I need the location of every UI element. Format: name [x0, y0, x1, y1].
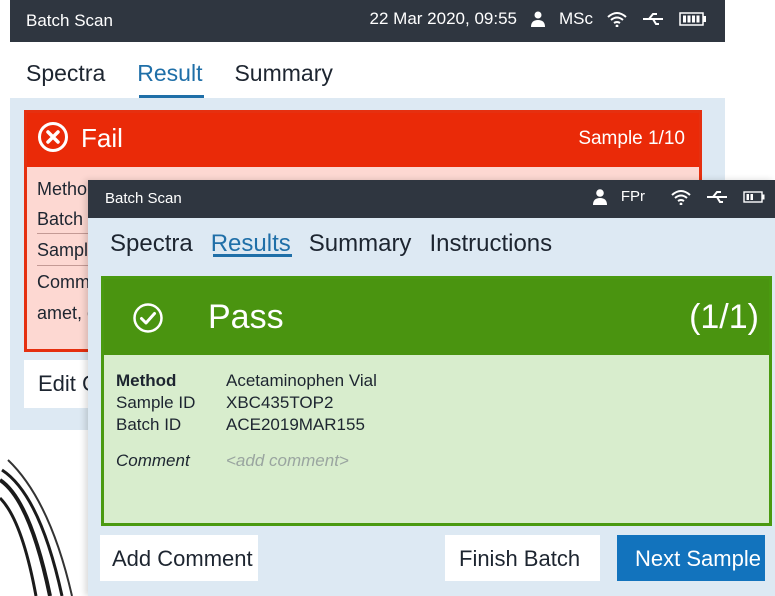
sample-id-row: Sample ID XBC435TOP2	[116, 393, 333, 413]
user-icon	[531, 11, 545, 27]
comment-label: Comment	[116, 451, 190, 470]
app-title: Batch Scan	[26, 11, 113, 30]
fail-header: Fail Sample 1/10	[27, 113, 699, 167]
battery-icon	[743, 190, 765, 203]
method-label-partial: Metho	[37, 179, 88, 199]
next-sample-button[interactable]: Next Sample	[617, 535, 765, 581]
wifi-icon	[607, 12, 627, 27]
tab-bar: Spectra Result Summary	[10, 42, 725, 98]
comment-label-partial: Comm	[37, 272, 90, 292]
tab-instructions[interactable]: Instructions	[420, 218, 561, 270]
add-comment-button[interactable]: Add Comment	[100, 535, 258, 581]
sample-id-label: Sample ID	[116, 393, 196, 412]
finish-batch-button[interactable]: Finish Batch	[445, 535, 600, 581]
tab-summary[interactable]: Summary	[218, 42, 348, 98]
batch-id-label: Batch ID	[116, 415, 182, 434]
user-icon	[592, 188, 607, 205]
tab-bar: Spectra Results Summary Instructions	[88, 218, 775, 270]
tab-spectra[interactable]: Spectra	[10, 42, 121, 98]
batch-id-row: Batch ID ACE2019MAR155	[116, 415, 365, 435]
status-bar: Batch Scan FPr	[88, 180, 775, 218]
datetime: 22 Mar 2020, 09:55	[369, 9, 517, 28]
pass-check-icon	[133, 303, 163, 333]
result-counter: (1/1)	[689, 298, 759, 336]
fail-x-icon	[38, 122, 68, 152]
add-comment-label: Add Comment	[112, 546, 253, 571]
fail-status: Fail	[81, 123, 123, 153]
pass-status: Pass	[208, 298, 284, 336]
sample-label-partial: Sampl	[37, 240, 89, 260]
tab-summary[interactable]: Summary	[300, 218, 421, 270]
wifi-icon	[671, 189, 691, 205]
pass-result-card: Pass (1/1) Method Acetaminophen Vial Sam…	[101, 276, 772, 526]
method-value: Acetaminophen Vial	[226, 371, 377, 390]
tab-results[interactable]: Results	[202, 218, 300, 270]
method-label: Method	[116, 371, 177, 390]
usb-icon	[707, 190, 727, 203]
pass-header: Pass (1/1)	[104, 279, 769, 355]
front-device-screen: Batch Scan FPr Spectra Results Summary I…	[88, 180, 775, 596]
batch-id-label-partial: Batch I	[37, 209, 94, 229]
finish-batch-label: Finish Batch	[459, 546, 581, 571]
user-initials: FPr	[620, 188, 645, 205]
sample-counter: Sample 1/10	[578, 128, 685, 149]
comment-row: Comment <add comment>	[116, 451, 349, 471]
next-sample-label: Next Sample	[635, 546, 761, 571]
tab-spectra[interactable]: Spectra	[88, 218, 202, 270]
user-initials: MSc	[559, 9, 593, 28]
usb-icon	[643, 13, 663, 25]
method-row: Method Acetaminophen Vial	[116, 371, 377, 391]
app-title: Batch Scan	[105, 190, 182, 207]
batch-id-value: ACE2019MAR155	[226, 415, 365, 434]
tab-result[interactable]: Result	[121, 42, 218, 98]
comment-placeholder[interactable]: <add comment>	[226, 451, 349, 471]
sample-id-value: XBC435TOP2	[226, 393, 334, 412]
battery-icon	[679, 12, 706, 26]
status-bar: Batch Scan 22 Mar 2020, 09:55 MSc	[10, 0, 725, 42]
